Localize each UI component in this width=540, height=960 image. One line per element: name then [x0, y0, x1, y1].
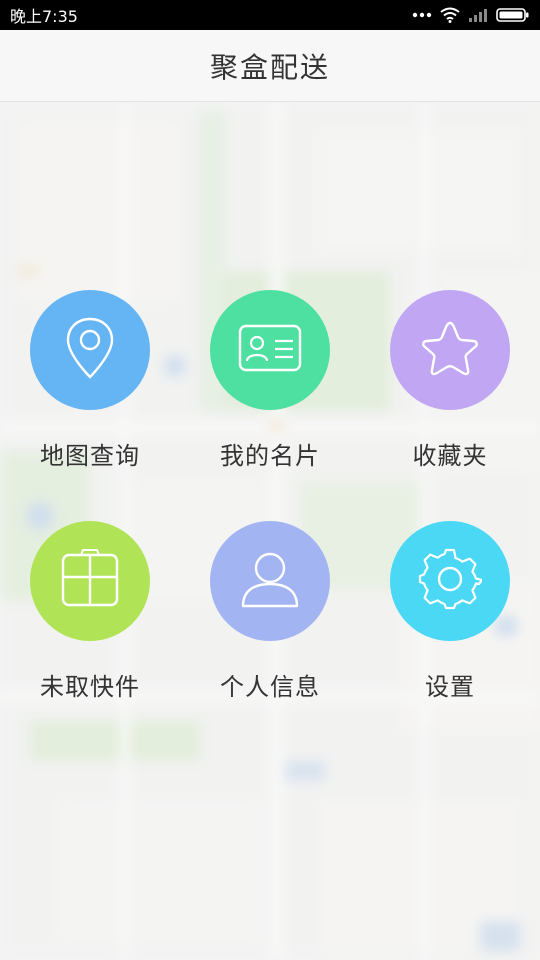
battery-icon: [496, 7, 530, 23]
menu-item-label: 地图查询: [40, 442, 140, 470]
business-card-circle: [210, 290, 330, 410]
signal-icon: [468, 7, 488, 23]
star-icon: [419, 318, 481, 382]
gear-icon: [418, 547, 484, 615]
status-bar: 晚上7:35: [0, 0, 540, 30]
settings-circle: [390, 521, 510, 641]
app-screen: 晚上7:35 聚盒配送 地图查询 我的名片 收藏夹 未取快件 个人信息 设置: [0, 0, 540, 960]
menu-item-label: 未取快件: [40, 673, 140, 701]
user-icon: [239, 548, 301, 614]
menu-item-label: 个人信息: [220, 673, 320, 701]
favorites-circle: [390, 290, 510, 410]
more-dots-icon: [412, 11, 432, 19]
personal-info-circle: [210, 521, 330, 641]
menu-item-label: 设置: [425, 673, 475, 701]
menu-item-uncollected-packages[interactable]: 未取快件: [0, 521, 180, 721]
menu-item-label: 收藏夹: [412, 442, 488, 470]
menu-item-business-card[interactable]: 我的名片: [180, 290, 360, 490]
map-query-circle: [30, 290, 150, 410]
page-title: 聚盒配送: [209, 50, 330, 84]
package-box-icon: [59, 549, 121, 613]
menu-item-settings[interactable]: 设置: [360, 521, 540, 721]
menu-item-personal-info[interactable]: 个人信息: [180, 521, 360, 721]
id-card-icon: [237, 323, 303, 377]
wifi-icon: [440, 7, 460, 23]
menu-item-label: 我的名片: [220, 442, 320, 470]
status-icons: [412, 7, 530, 23]
location-pin-icon: [62, 315, 118, 385]
menu-item-map-query[interactable]: 地图查询: [0, 290, 180, 490]
status-time: 晚上7:35: [10, 7, 78, 26]
uncollected-packages-circle: [30, 521, 150, 641]
title-bar: 聚盒配送: [0, 30, 540, 102]
menu-item-favorites[interactable]: 收藏夹: [360, 290, 540, 490]
